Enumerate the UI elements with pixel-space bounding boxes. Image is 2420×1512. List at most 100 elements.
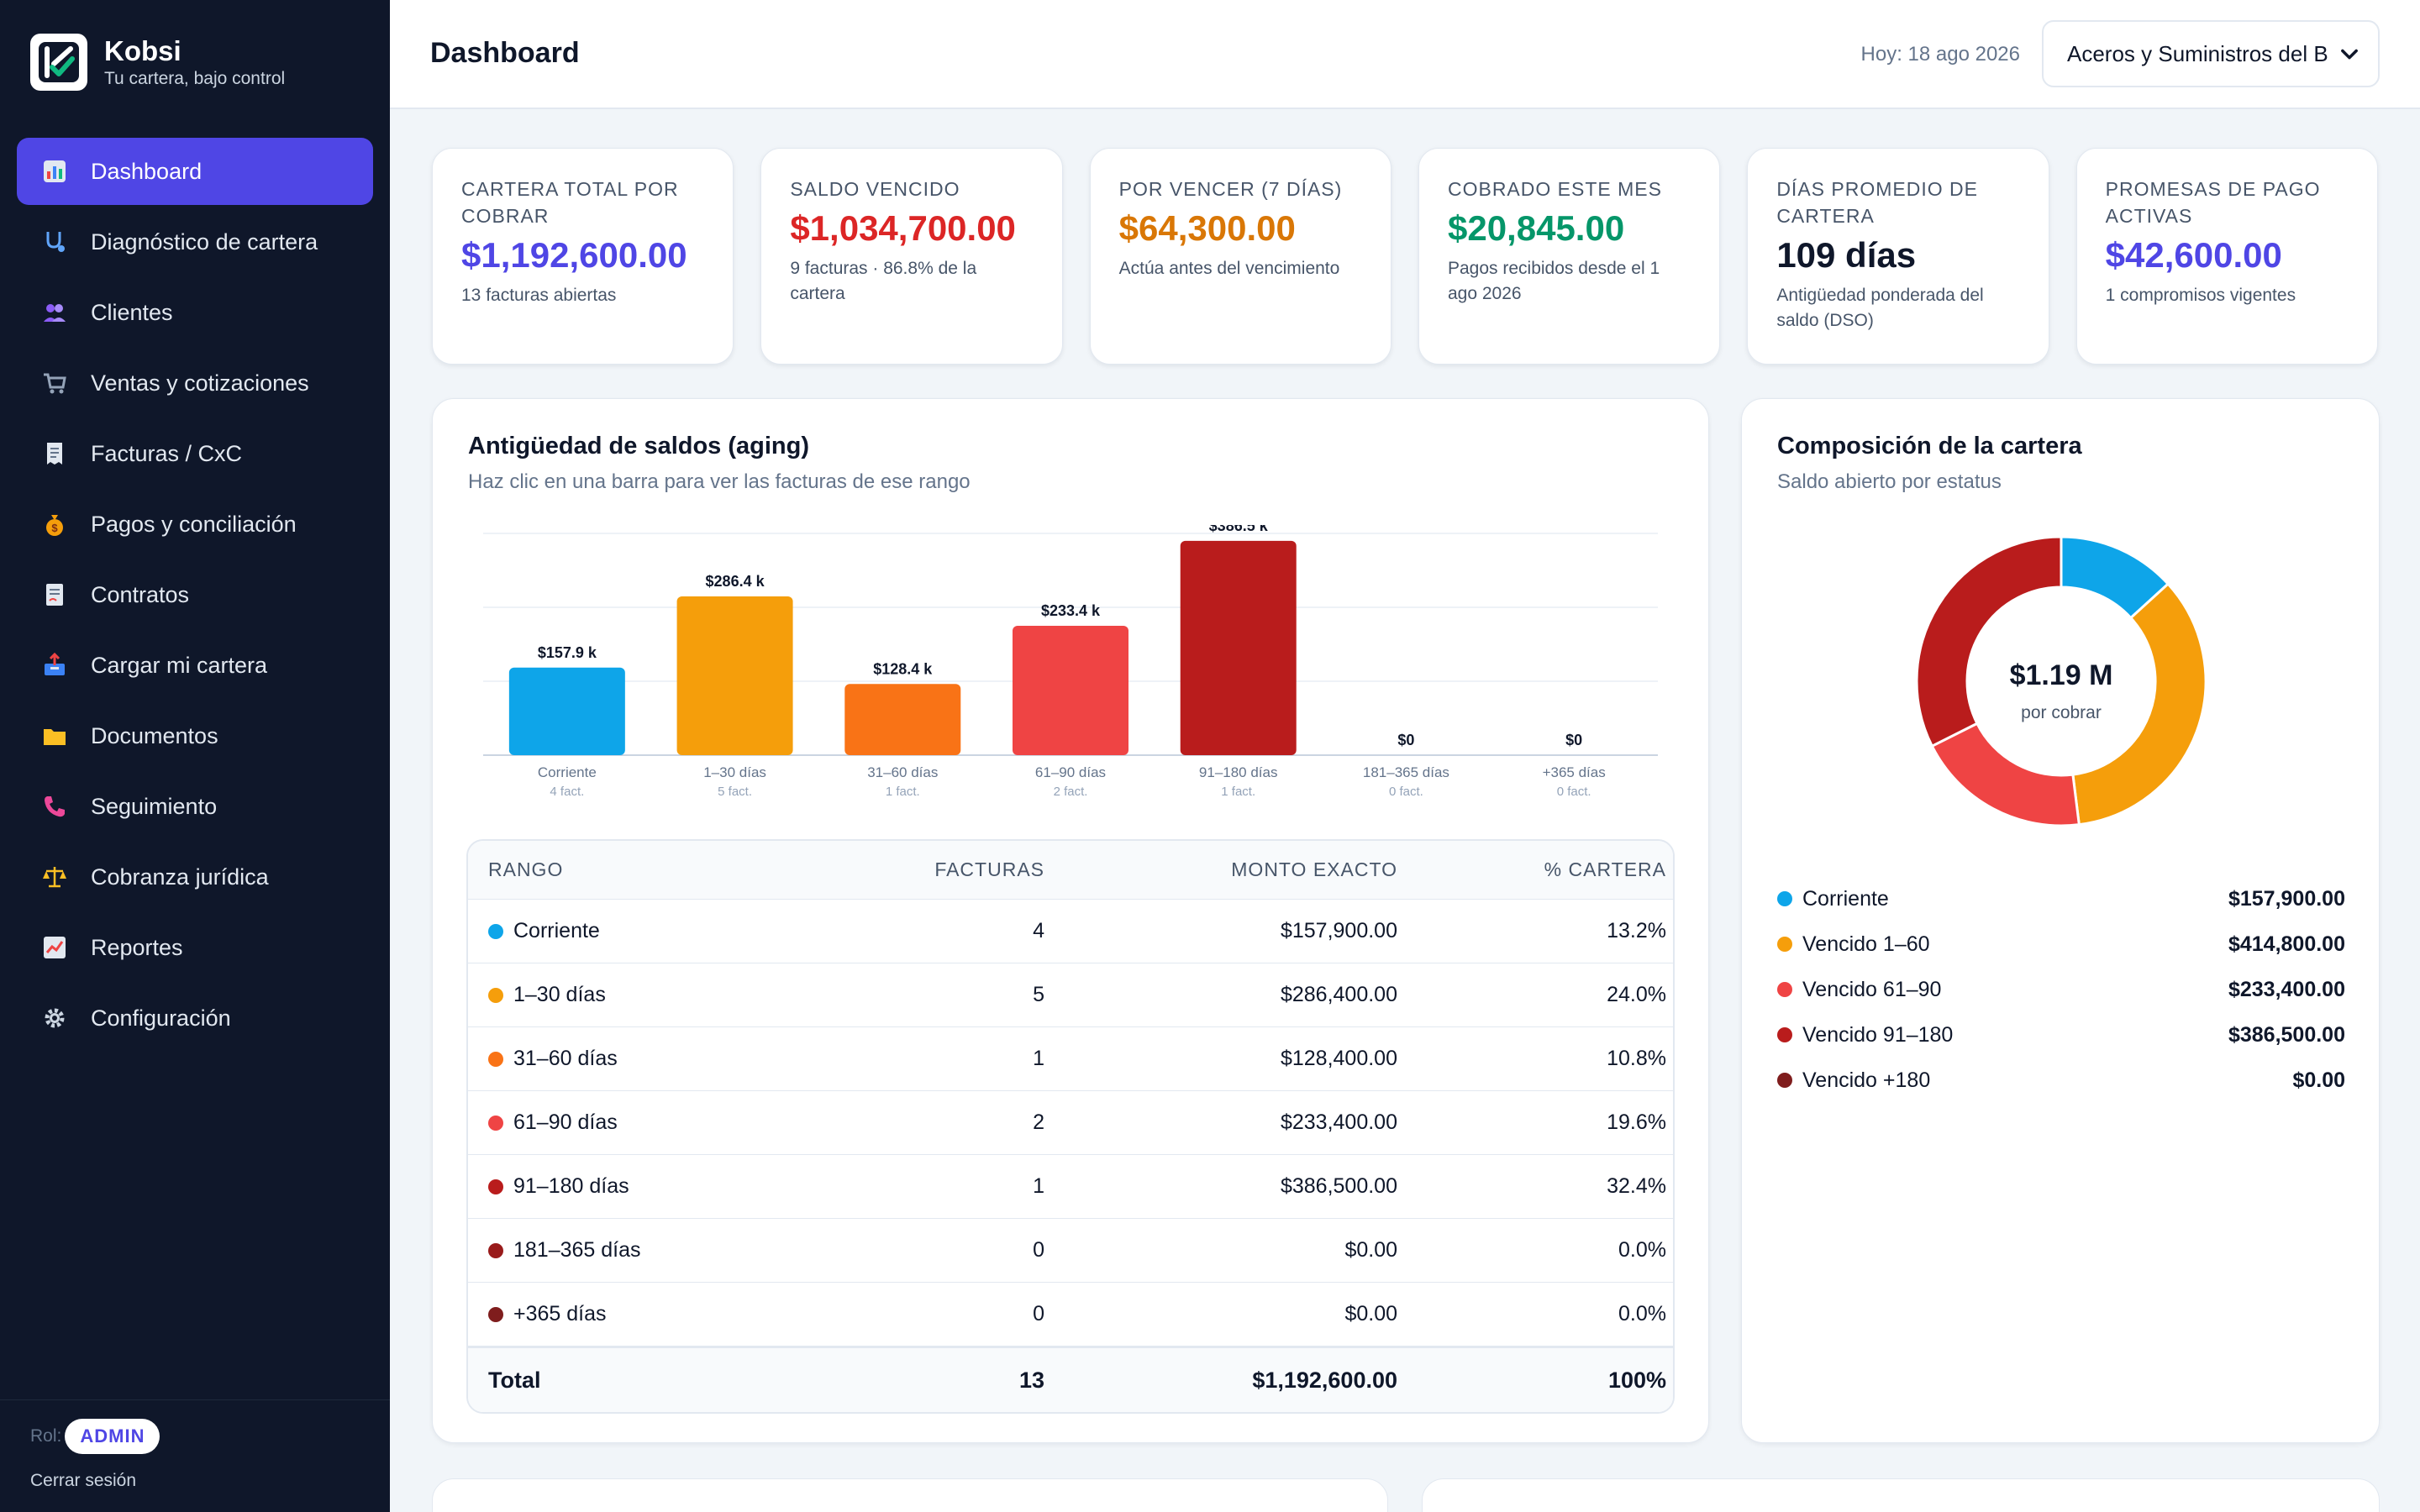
bar-value-label: $0: [1565, 732, 1582, 748]
kpi-subtext: 1 compromisos vigentes: [2105, 286, 2296, 305]
svg-text:$: $: [51, 522, 58, 534]
col-header: MONTO EXACTO: [1231, 858, 1397, 880]
invoice-count: 0: [1033, 1238, 1044, 1262]
invoice-count: 4: [1033, 919, 1044, 942]
kpi-value: $64,300.00: [1118, 208, 1296, 248]
portfolio-pct: 10.8%: [1607, 1047, 1666, 1070]
sidebar-item-label: Cargar mi cartera: [91, 652, 268, 678]
table-row[interactable]: 1–30 días 5 $286,400.00 24.0%: [468, 963, 1673, 1027]
composition-title: Composición de la cartera: [1777, 433, 2082, 459]
donut-center-value: $1.19 M: [2010, 659, 2113, 691]
legend-color-dot: [1777, 937, 1792, 952]
kpi-card: Promesas de pago activas $42,600.00 1 comp…: [2075, 148, 2378, 365]
sidebar-item-9[interactable]: Seguimiento: [17, 773, 373, 840]
page-title: Dashboard: [430, 37, 580, 69]
sidebar-item-3[interactable]: Ventas y cotizaciones: [17, 349, 373, 417]
today-date: Hoy: 18 ago 2026: [1860, 43, 2020, 66]
aging-subtitle: Haz clic en una barra para ver las factu…: [468, 470, 971, 493]
legend-item: Vencido 61–90 $233,400.00: [1777, 967, 2345, 1012]
range-label: 1–30 días: [513, 983, 606, 1006]
legend-color-dot: [1777, 1073, 1792, 1088]
sidebar-item-1[interactable]: Diagnóstico de cartera: [17, 208, 373, 276]
role-indicator: Rol: ADMIN: [30, 1419, 160, 1454]
sidebar-item-6[interactable]: Contratos: [17, 561, 373, 628]
sidebar-item-8[interactable]: Documentos: [17, 702, 373, 769]
sidebar-item-label: Pagos y conciliación: [91, 511, 297, 537]
x-tick-label: 1–30 días: [703, 764, 766, 780]
x-tick-label: 31–60 días: [867, 764, 938, 780]
sidebar-item-11[interactable]: Reportes: [17, 914, 373, 981]
sidebar-item-0[interactable]: Dashboard: [17, 138, 373, 205]
table-row[interactable]: 91–180 días 1 $386,500.00 32.4%: [468, 1155, 1673, 1219]
donut-slice[interactable]: [1930, 722, 2081, 827]
bar[interactable]: [676, 596, 793, 755]
bar-value-label: $157.9 k: [538, 644, 597, 661]
x-tick-label: 181–365 días: [1363, 764, 1449, 780]
sidebar-item-label: Ventas y cotizaciones: [91, 370, 309, 396]
legend-label: Corriente: [1802, 886, 1889, 911]
x-tick-label: 61–90 días: [1035, 764, 1106, 780]
contract-icon: [40, 580, 69, 609]
bar[interactable]: [1013, 625, 1128, 755]
aging-card: Antigüedad de saldos (aging) Haz clic en…: [432, 398, 1709, 1443]
kpi-cards: Cartera total por cobrar $1,192,600.00 13 …: [432, 148, 2378, 365]
topbar: Dashboard Hoy: 18 ago 2026 Aceros y Sumi…: [390, 0, 2420, 109]
kpi-value: $20,845.00: [1447, 208, 1625, 248]
legend-item: Vencido +180 $0.00: [1777, 1058, 2345, 1103]
bar[interactable]: [508, 667, 625, 755]
kpi-subtext: 13 facturas abiertas: [461, 286, 617, 305]
kpi-card: Saldo vencido $1,034,700.00 9 facturas · 8…: [760, 148, 1063, 365]
total-pct: 100%: [1607, 1367, 1666, 1393]
table-row[interactable]: Corriente 4 $157,900.00 13.2%: [468, 900, 1673, 963]
bar[interactable]: [1180, 540, 1297, 755]
portfolio-pct: 24.0%: [1607, 983, 1666, 1006]
company-select[interactable]: Aceros y Suministros del B: [2042, 20, 2380, 87]
exact-amount: $233,400.00: [1280, 1110, 1397, 1134]
kobsi-logo-icon: [30, 34, 87, 91]
sidebar-item-label: Diagnóstico de cartera: [91, 228, 318, 255]
bar-value-label: $286.4 k: [706, 573, 765, 590]
range-label: 181–365 días: [513, 1238, 641, 1262]
table-row[interactable]: 61–90 días 2 $233,400.00 19.6%: [468, 1091, 1673, 1155]
exact-amount: $157,900.00: [1280, 919, 1397, 942]
bar-value-label: $233.4 k: [1041, 602, 1101, 619]
table-total-row: Total 13 $1,192,600.00 100%: [468, 1347, 1673, 1412]
invoice-count: 0: [1033, 1302, 1044, 1326]
folder-icon: [40, 722, 69, 750]
bottom-card-right: [1422, 1478, 2380, 1512]
range-color-dot: [488, 987, 503, 1003]
invoice-count: 2: [1033, 1110, 1044, 1134]
sidebar-item-12[interactable]: Configuración: [17, 984, 373, 1052]
sidebar-item-5[interactable]: $ Pagos y conciliación: [17, 491, 373, 558]
range-color-dot: [488, 1179, 503, 1194]
x-tick-label: Corriente: [538, 764, 597, 780]
bar-sub-label: 1 fact.: [886, 785, 920, 799]
portfolio-pct: 0.0%: [1618, 1302, 1666, 1326]
table-row[interactable]: 181–365 días 0 $0.00 0.0%: [468, 1219, 1673, 1283]
sidebar-item-7[interactable]: Cargar mi cartera: [17, 632, 373, 699]
bar-sub-label: 2 fact.: [1054, 785, 1088, 799]
stethoscope-icon: [40, 228, 69, 256]
col-header: FACTURAS: [934, 858, 1044, 880]
logout-link[interactable]: Cerrar sesión: [30, 1471, 136, 1491]
role-badge: ADMIN: [65, 1419, 160, 1454]
sidebar-item-10[interactable]: Cobranza jurídica: [17, 843, 373, 911]
company-select-value: Aceros y Suministros del B: [2067, 40, 2328, 66]
bar[interactable]: [844, 684, 961, 755]
legend-color-dot: [1777, 891, 1792, 906]
table-row[interactable]: 31–60 días 1 $128,400.00 10.8%: [468, 1027, 1673, 1091]
sidebar-item-2[interactable]: Clientes: [17, 279, 373, 346]
sidebar-item-label: Reportes: [91, 934, 183, 960]
composition-donut-chart: $1.19 M por cobrar: [1915, 535, 2207, 827]
exact-amount: $386,500.00: [1280, 1174, 1397, 1198]
inbox-upload-icon: [40, 651, 69, 680]
brand[interactable]: Kobsi Tu cartera, bajo control: [30, 34, 285, 91]
cart-icon: [40, 369, 69, 397]
bar-chart-icon: [40, 157, 69, 186]
sidebar-item-4[interactable]: Facturas / CxC: [17, 420, 373, 487]
portfolio-pct: 19.6%: [1607, 1110, 1666, 1134]
legend-color-dot: [1777, 1027, 1792, 1042]
sidebar-item-label: Documentos: [91, 722, 218, 748]
table-row[interactable]: +365 días 0 $0.00 0.0%: [468, 1283, 1673, 1347]
legend-value: $386,500.00: [2228, 1022, 2345, 1047]
